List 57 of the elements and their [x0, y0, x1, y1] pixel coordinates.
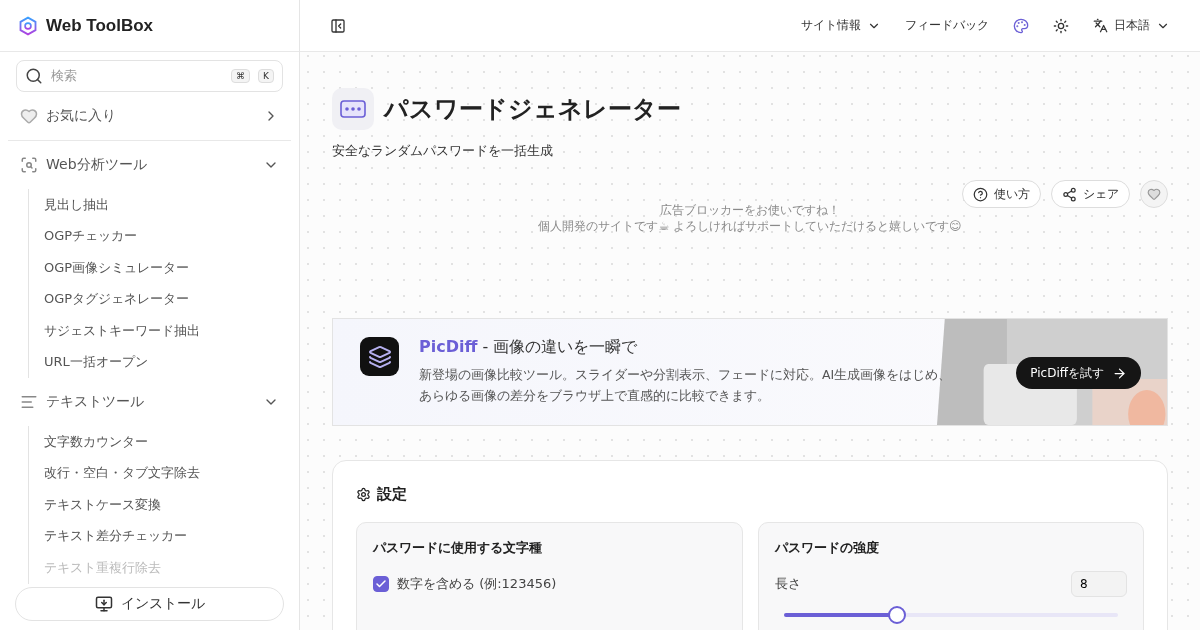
share-icon	[1062, 186, 1077, 202]
layers-icon	[360, 337, 399, 376]
promo-description: 新登場の画像比較ツール。スライダーや分割表示、フェードに対応。AI生成画像をはじめ、あらゆる画像の差分をブラウザ上で直感的に比較できます。	[419, 366, 953, 405]
promo-title: PicDiff - 画像の違いを一瞬で	[419, 337, 639, 358]
panel-title: パスワードに使用する文字種	[373, 539, 543, 557]
checkbox-label: 数字を含める (例:123456)	[397, 575, 557, 593]
favorites-item[interactable]: お気に入り	[0, 92, 299, 140]
sidebar-item[interactable]: URL一括オープン	[44, 346, 299, 378]
heart-icon	[20, 107, 38, 125]
page-subtitle: 安全なランダムパスワードを一括生成	[332, 142, 554, 160]
sidebar-item[interactable]: 改行・空白・タブ文字除去	[44, 457, 299, 489]
translate-icon	[1093, 18, 1108, 33]
checkbox[interactable]	[373, 576, 389, 592]
sidebar-item[interactable]: OGP画像シミュレーター	[44, 252, 299, 284]
check-icon	[375, 578, 387, 590]
search-field[interactable]: 検索 ⌘ K	[16, 60, 283, 92]
help-button[interactable]: 使い方	[962, 180, 1041, 208]
palette-icon[interactable]	[1013, 17, 1029, 34]
length-label: 長さ	[774, 575, 801, 593]
slider-thumb[interactable]	[888, 606, 907, 624]
sidebar-item[interactable]: 見出し抽出	[44, 189, 299, 221]
text-lines-icon	[20, 393, 38, 411]
sidebar-toggle-icon[interactable]	[330, 17, 346, 34]
brand-name: Web ToolBox	[46, 15, 154, 36]
search-icon	[25, 67, 43, 85]
menu-link[interactable]: フィードバック	[905, 17, 989, 34]
sidebar-item[interactable]: サジェストキーワード抽出	[44, 315, 299, 347]
notice-text: 個人開発のサイトです☕ よろしければサポートしていただけると嬉しいです😊	[537, 218, 963, 234]
sidebar-item[interactable]: 文字数カウンター	[44, 426, 299, 458]
keyboard-key: K	[258, 69, 274, 83]
section-header[interactable]: Web分析ツール	[0, 141, 299, 189]
sidebar-item[interactable]: OGPタグジェネレーター	[44, 283, 299, 315]
page-title: パスワードジェネレーター	[384, 94, 681, 125]
sidebar-item[interactable]: テキストケース変換	[44, 489, 299, 521]
cube-logo-icon	[18, 15, 38, 36]
password-icon	[332, 88, 374, 130]
heart-icon	[1147, 187, 1161, 201]
panel-title: パスワードの強度	[774, 539, 880, 557]
sidebar-item[interactable]: テキスト差分チェッカー	[44, 520, 299, 552]
favorite-button[interactable]	[1140, 180, 1168, 208]
sidebar-item[interactable]: OGPチェッカー	[44, 220, 299, 252]
section-header[interactable]: テキストツール	[0, 378, 299, 426]
theme-icon[interactable]	[1053, 17, 1069, 34]
monitor-download-icon	[94, 595, 113, 613]
card-title: 設定	[377, 485, 407, 504]
notice-text: 広告ブロッカーをお使いですね！	[659, 202, 841, 218]
menu-dropdown[interactable]: サイト情報	[801, 17, 881, 34]
settings-icon	[356, 487, 371, 502]
help-icon	[973, 186, 988, 202]
length-input[interactable]: 8	[1071, 571, 1127, 597]
install-button[interactable]: インストール	[15, 587, 284, 621]
language-dropdown[interactable]: 日本語	[1093, 17, 1170, 34]
keyboard-key: ⌘	[231, 69, 251, 83]
share-button[interactable]: シェア	[1051, 180, 1130, 208]
scan-icon	[20, 156, 38, 174]
try-button[interactable]: PicDiffを試す	[1016, 357, 1141, 389]
arrow-right-icon	[1112, 365, 1127, 381]
